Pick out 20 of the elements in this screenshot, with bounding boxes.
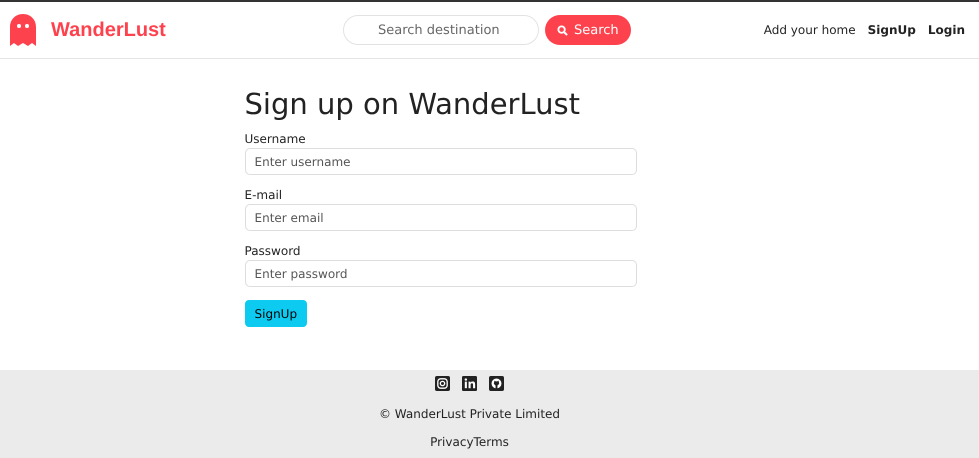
- nav-link[interactable]: SignUp: [868, 23, 916, 37]
- linkedin-icon[interactable]: [462, 376, 477, 391]
- input-field[interactable]: Enter username: [244, 148, 636, 175]
- search-field[interactable]: Search destination: [343, 15, 539, 45]
- search-icon: [557, 24, 568, 36]
- field-label: Username: [244, 132, 306, 146]
- footer-link[interactable]: Terms: [474, 435, 509, 449]
- footer-link[interactable]: Privacy: [430, 435, 474, 449]
- nav-link[interactable]: Add your home: [764, 23, 856, 37]
- ghost-icon: [9, 13, 37, 47]
- nav-link[interactable]: Login: [928, 23, 965, 37]
- signup-button[interactable]: SignUp: [244, 300, 308, 327]
- github-icon[interactable]: [489, 376, 504, 391]
- copyright-text: © WanderLust Private Limited: [378, 407, 560, 421]
- field-label: E-mail: [244, 188, 282, 202]
- form-title: Sign up on WanderLust: [244, 87, 580, 121]
- instagram-icon[interactable]: [435, 376, 450, 391]
- field-label: Password: [244, 244, 301, 258]
- input-field[interactable]: Enter password: [244, 260, 636, 287]
- input-field[interactable]: Enter email: [244, 204, 636, 231]
